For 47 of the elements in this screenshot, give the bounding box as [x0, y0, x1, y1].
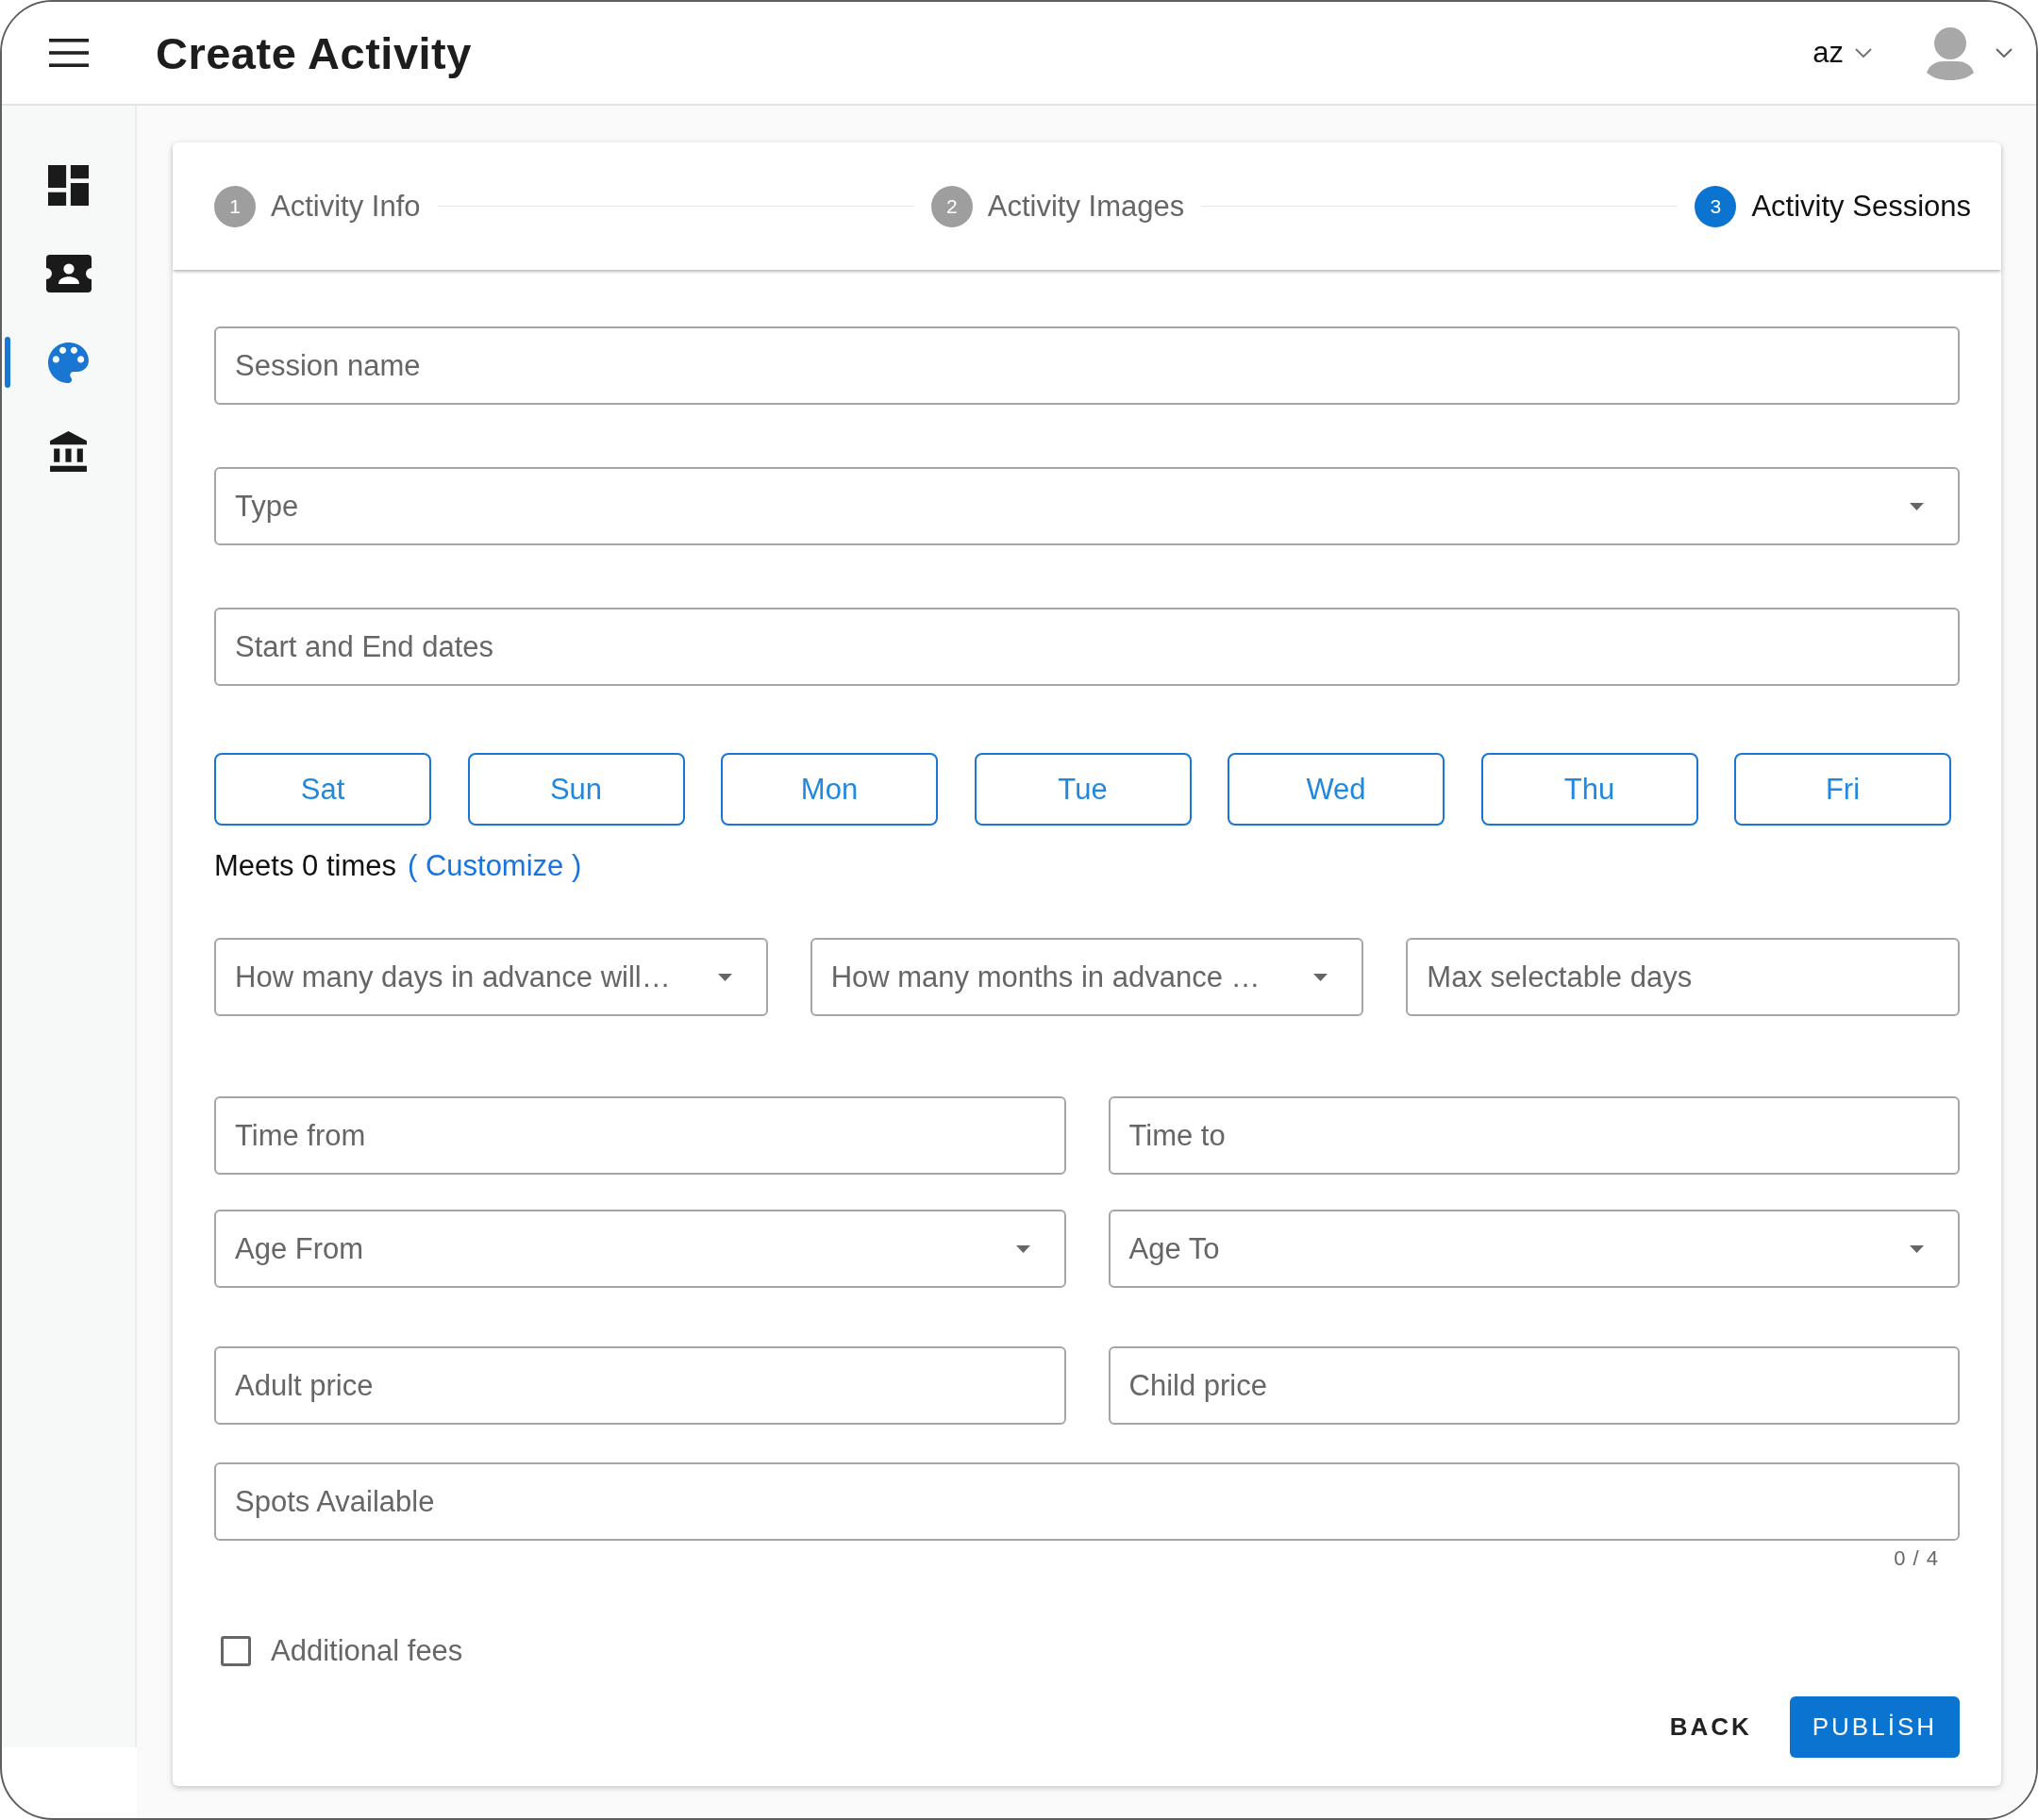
page-title: Create Activity [156, 26, 472, 79]
input-field[interactable]: Child price [1108, 1346, 1960, 1425]
chevron-down-icon[interactable] [1996, 48, 2013, 58]
day-button[interactable]: Sat [214, 753, 431, 826]
step-number: 3 [1695, 185, 1737, 227]
dropdown-field[interactable]: Age To [1108, 1210, 1960, 1288]
publish-button[interactable]: PUBLİSH [1789, 1696, 1960, 1758]
input-field[interactable]: Adult price [214, 1346, 1066, 1425]
step-number: 2 [930, 185, 973, 227]
day-button[interactable]: Tue [974, 753, 1192, 826]
checkbox[interactable] [221, 1636, 251, 1666]
person-ticket-icon[interactable] [45, 255, 92, 292]
caret-icon [1015, 1244, 1030, 1253]
day-button[interactable]: Wed [1228, 753, 1445, 826]
dropdown-field[interactable]: How many days in advance will… [214, 938, 768, 1016]
day-button[interactable]: Thu [1480, 753, 1698, 826]
day-button[interactable]: Fri [1734, 753, 1951, 826]
chevron-down-icon [1855, 48, 1872, 58]
character-counter: 0 / 4 [1894, 1548, 1939, 1569]
back-button[interactable]: BACK [1648, 1696, 1773, 1758]
menu-icon[interactable] [49, 39, 89, 67]
palette-icon[interactable] [48, 342, 89, 383]
step-label: Activity Info [271, 189, 421, 224]
caret-icon [717, 973, 732, 981]
dropdown-field[interactable]: Age From [214, 1210, 1066, 1288]
input-field[interactable]: Time to [1108, 1096, 1960, 1175]
day-button[interactable]: Mon [721, 753, 938, 826]
dashboard-icon[interactable] [48, 164, 89, 206]
bank-icon[interactable] [48, 430, 89, 472]
input-field[interactable]: Start and End dates [214, 608, 1960, 686]
step-label: Activity Images [987, 189, 1185, 224]
step-label: Activity Sessions [1751, 189, 1971, 224]
input-field[interactable]: Time from [214, 1096, 1066, 1175]
input-field[interactable]: Max selectable days [1406, 938, 1960, 1016]
customize-link[interactable]: ( Customize ) [407, 849, 582, 883]
language-select[interactable]: az [1812, 36, 1872, 70]
dropdown-field[interactable]: Type [214, 467, 1960, 545]
day-button[interactable]: Sun [467, 753, 685, 826]
input-field[interactable]: Session name [214, 326, 1960, 405]
caret-icon [1910, 502, 1924, 510]
step-number: 1 [214, 185, 256, 227]
caret-icon [1313, 973, 1328, 981]
input-field[interactable]: Spots Available [214, 1462, 1960, 1541]
caret-icon [1910, 1244, 1924, 1253]
meets-count-text: Meets 0 times [214, 849, 396, 883]
dropdown-field[interactable]: How many months in advance … [810, 938, 1364, 1016]
checkbox-label: Additional fees [271, 1636, 463, 1666]
